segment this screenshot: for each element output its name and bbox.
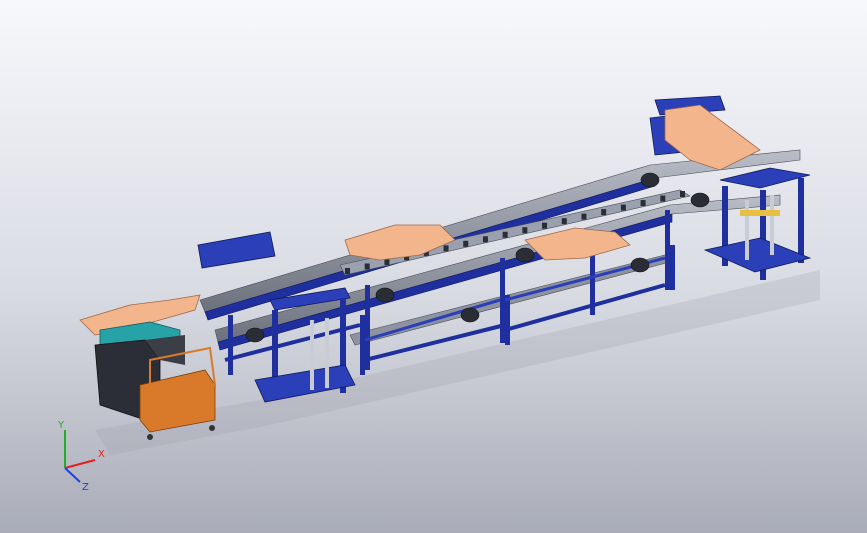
motor xyxy=(630,257,650,273)
assembly-model[interactable]: X Y Z xyxy=(0,0,867,533)
roller xyxy=(482,236,488,243)
roller xyxy=(620,204,626,211)
roller xyxy=(364,263,370,270)
roller xyxy=(443,245,449,252)
support-leg xyxy=(670,245,675,290)
support-leg xyxy=(360,315,365,375)
motor xyxy=(690,192,710,208)
support-leg xyxy=(665,210,670,290)
support-leg xyxy=(228,315,233,375)
roller xyxy=(561,218,567,225)
roller xyxy=(640,200,646,207)
roller xyxy=(581,213,587,220)
workpiece-middle[interactable] xyxy=(344,224,456,261)
motor xyxy=(640,172,660,188)
roller xyxy=(502,231,508,238)
roller xyxy=(680,191,685,197)
support-leg xyxy=(500,258,505,343)
roller xyxy=(542,222,548,229)
z-axis-label: Z xyxy=(82,482,89,493)
roller xyxy=(463,240,469,247)
lift-station-front[interactable] xyxy=(254,287,356,403)
roller xyxy=(384,258,390,265)
roller xyxy=(522,227,528,234)
floor-shadow xyxy=(95,270,820,455)
y-axis-label: Y xyxy=(57,420,65,431)
roller xyxy=(601,209,607,216)
z-axis-line xyxy=(64,467,81,483)
x-axis-line xyxy=(64,459,96,469)
roller xyxy=(345,268,350,274)
roller xyxy=(660,195,666,202)
motor xyxy=(245,327,265,343)
support-leg xyxy=(505,295,510,345)
cad-viewport[interactable]: X Y Z xyxy=(0,0,867,533)
motor xyxy=(460,307,480,323)
motor xyxy=(515,247,535,263)
lift-station-right[interactable] xyxy=(703,167,812,280)
control-box-left[interactable] xyxy=(197,231,276,269)
motor xyxy=(375,287,395,303)
x-axis-label: X xyxy=(98,449,105,460)
workpiece-middle-right[interactable] xyxy=(524,227,631,261)
